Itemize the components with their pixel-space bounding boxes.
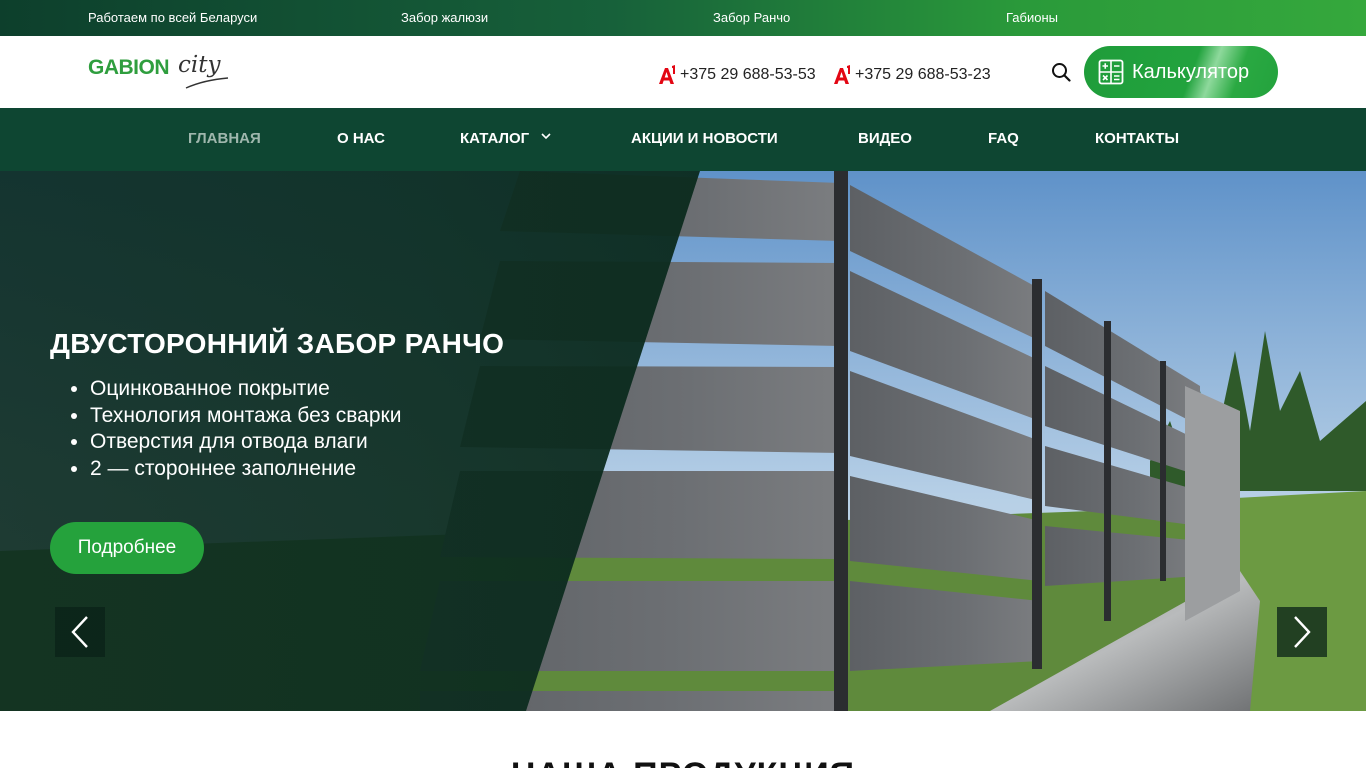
- hero-feature: Отверстия для отвода влаги: [90, 429, 401, 456]
- hero-feature: Оцинкованное покрытие: [90, 376, 401, 403]
- nav-item-about[interactable]: О НАС: [337, 130, 385, 147]
- topbar-link-zhalyuzi[interactable]: Забор жалюзи: [401, 10, 488, 25]
- calculator-label: Калькулятор: [1132, 60, 1250, 83]
- nav-item-contacts[interactable]: КОНТАКТЫ: [1095, 130, 1179, 147]
- chevron-right-icon: [1294, 616, 1311, 648]
- phone-1-number: +375 29 688-53-53: [680, 66, 816, 83]
- section-title: НАША ПРОДУКЦИЯ: [0, 756, 1366, 768]
- logo-swoosh-icon: [185, 77, 229, 89]
- hero-feature: 2 — стороннее заполнение: [90, 456, 401, 483]
- top-strip: Работаем по всей Беларуси Забор жалюзи З…: [0, 0, 1366, 36]
- chevron-left-icon: [71, 616, 88, 648]
- topbar-link-rancho[interactable]: Забор Ранчо: [713, 10, 790, 25]
- search-icon[interactable]: [1051, 62, 1071, 82]
- site-logo[interactable]: GABION city: [88, 52, 238, 92]
- phone-1[interactable]: +375 29 688-53-53: [658, 65, 816, 85]
- slider-next-button[interactable]: [1277, 607, 1327, 657]
- chevron-down-icon: [541, 133, 551, 140]
- slider-prev-button[interactable]: [55, 607, 105, 657]
- hero-title: ДВУСТОРОННИЙ ЗАБОР РАНЧО: [50, 328, 505, 359]
- main-nav: ГЛАВНАЯ О НАС КАТАЛОГ АКЦИИ И НОВОСТИ ВИ…: [0, 108, 1366, 171]
- nav-item-catalog-label: КАТАЛОГ: [460, 130, 530, 147]
- calculator-button[interactable]: Калькулятор: [1084, 46, 1278, 98]
- topbar-link-gabions[interactable]: Габионы: [1006, 10, 1058, 25]
- nav-item-home[interactable]: ГЛАВНАЯ: [188, 130, 261, 147]
- hero-features-list: Оцинкованное покрытие Технология монтажа…: [90, 376, 401, 482]
- hero-slider: ДВУСТОРОННИЙ ЗАБОР РАНЧО Оцинкованное по…: [0, 171, 1366, 711]
- nav-item-catalog[interactable]: КАТАЛОГ: [460, 130, 551, 147]
- calculator-icon: [1098, 59, 1124, 85]
- site-header: GABION city +375 29 688-53-53 +375 29 68…: [0, 36, 1366, 108]
- a1-operator-icon: [834, 65, 850, 84]
- topbar-region-text: Работаем по всей Беларуси: [88, 10, 258, 25]
- nav-item-video[interactable]: ВИДЕО: [858, 130, 912, 147]
- logo-wordmark: GABION: [88, 56, 170, 79]
- nav-item-faq[interactable]: FAQ: [988, 130, 1019, 147]
- logo-script: city: [178, 52, 221, 78]
- phone-2-number: +375 29 688-53-23: [855, 66, 991, 83]
- nav-item-news[interactable]: АКЦИИ И НОВОСТИ: [631, 130, 778, 147]
- hero-feature: Технология монтажа без сварки: [90, 403, 401, 430]
- a1-operator-icon: [659, 65, 675, 84]
- phone-2[interactable]: +375 29 688-53-23: [833, 65, 991, 85]
- more-button[interactable]: Подробнее: [50, 522, 204, 574]
